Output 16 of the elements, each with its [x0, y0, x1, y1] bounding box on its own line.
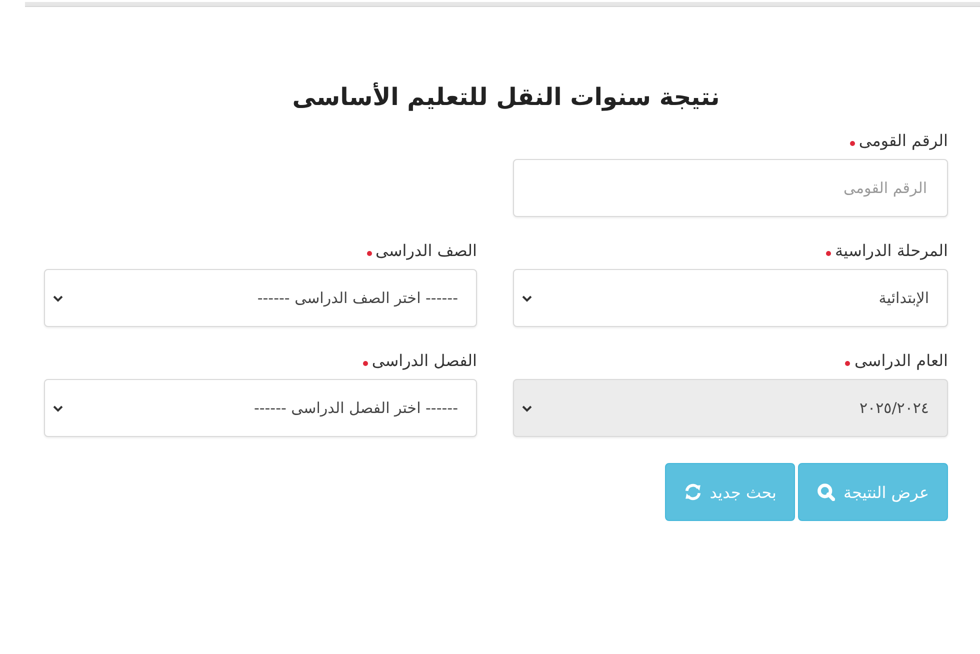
chevron-down-icon [522, 294, 532, 302]
refresh-icon [684, 483, 702, 501]
chevron-down-icon [522, 404, 532, 412]
select-field[interactable]: ------ اختر الفصل الدراسى ------ [44, 379, 477, 437]
select-field[interactable]: الإبتدائية [513, 269, 948, 327]
search-icon [817, 483, 836, 501]
field-label: الصف الدراسى [376, 240, 477, 260]
select-field[interactable]: ------ اختر الصف الدراسى ------ [44, 269, 477, 327]
national-id-field[interactable]: الرقم القومى [513, 159, 948, 217]
field-label: المرحلة الدراسية [835, 240, 948, 260]
field-label: الرقم القومى [858, 130, 948, 150]
form-title: نتيجة سنوات النقل للتعليم الأساسى [291, 83, 721, 111]
field-label: العام الدراسى [854, 350, 948, 370]
field-label: الفصل الدراسى [372, 350, 477, 370]
chevron-down-icon [53, 294, 63, 302]
chevron-down-icon [53, 404, 63, 412]
